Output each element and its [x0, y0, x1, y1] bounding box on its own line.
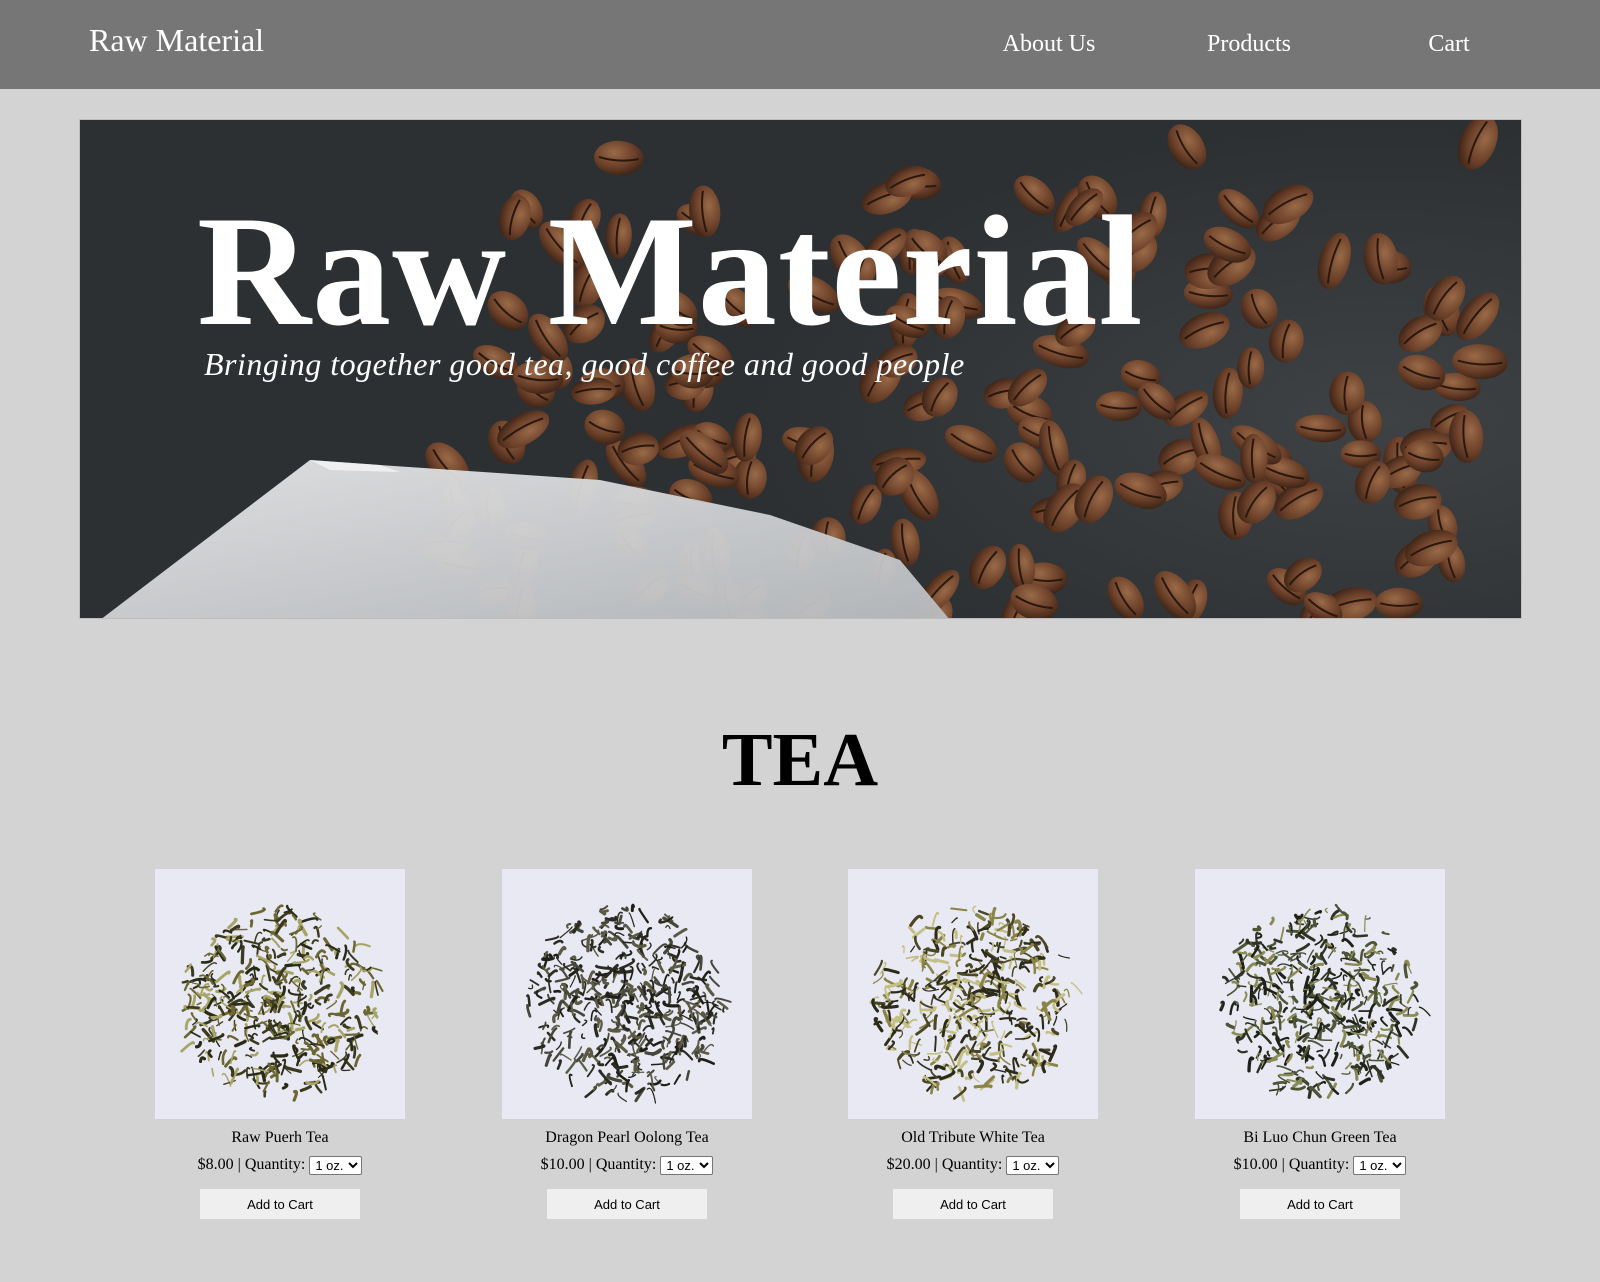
- quantity-select[interactable]: 1 oz.: [1353, 1155, 1407, 1175]
- product-name: Bi Luo Chun Green Tea: [1243, 1129, 1397, 1146]
- section-title: TEA: [721, 718, 879, 802]
- product-name: Raw Puerh Tea: [231, 1129, 329, 1146]
- product-card: Dragon Pearl Oolong Tea $10.00 | Quantit…: [502, 869, 752, 1219]
- quantity-select[interactable]: 1 oz.: [1006, 1155, 1060, 1175]
- product-card: Bi Luo Chun Green Tea $10.00 | Quantity:…: [1195, 869, 1445, 1219]
- hero-title: Raw Material: [197, 184, 1144, 359]
- price-row: $8.00 | Quantity: 1 oz.: [155, 1155, 405, 1175]
- quantity-select[interactable]: 1 oz.: [660, 1155, 714, 1175]
- nav-products[interactable]: Products: [1207, 31, 1291, 58]
- add-to-cart-button[interactable]: Add to Cart: [200, 1189, 360, 1219]
- product-card: Raw Puerh Tea $8.00 | Quantity: 1 oz. Ad…: [155, 869, 405, 1219]
- product-price: $10.00: [540, 1156, 585, 1173]
- quantity-label: Quantity:: [595, 1156, 657, 1173]
- hero-subtitle: Bringing together good tea, good coffee …: [204, 346, 965, 382]
- price-row: $20.00 | Quantity: 1 oz.: [848, 1155, 1098, 1175]
- hero-banner: Raw Material Bringing together good tea,…: [79, 119, 1522, 619]
- add-to-cart-button[interactable]: Add to Cart: [893, 1189, 1053, 1219]
- nav-about-us[interactable]: About Us: [1003, 31, 1096, 58]
- add-to-cart-button[interactable]: Add to Cart: [547, 1189, 707, 1219]
- product-price: $20.00: [886, 1156, 931, 1173]
- tea-leaves-image: [1195, 869, 1445, 1119]
- product-card: Old Tribute White Tea $20.00 | Quantity:…: [848, 869, 1098, 1219]
- product-name: Dragon Pearl Oolong Tea: [545, 1129, 709, 1146]
- tea-leaves-image: [848, 869, 1098, 1119]
- brand-link[interactable]: Raw Material: [89, 22, 264, 59]
- price-row: $10.00 | Quantity: 1 oz.: [502, 1155, 752, 1175]
- product-price: $10.00: [1233, 1156, 1278, 1173]
- tea-leaves-image: [155, 869, 405, 1119]
- tea-leaves-image: [502, 869, 752, 1119]
- product-name: Old Tribute White Tea: [901, 1129, 1045, 1146]
- product-price: $8.00: [197, 1156, 234, 1173]
- top-nav: Raw Material About Us Products Cart: [0, 0, 1600, 89]
- quantity-label: Quantity:: [1288, 1156, 1350, 1173]
- nav-cart[interactable]: Cart: [1428, 31, 1469, 58]
- add-to-cart-button[interactable]: Add to Cart: [1240, 1189, 1400, 1219]
- price-row: $10.00 | Quantity: 1 oz.: [1195, 1155, 1445, 1175]
- quantity-label: Quantity:: [244, 1156, 306, 1173]
- quantity-select[interactable]: 1 oz.: [309, 1155, 363, 1175]
- quantity-label: Quantity:: [941, 1156, 1003, 1173]
